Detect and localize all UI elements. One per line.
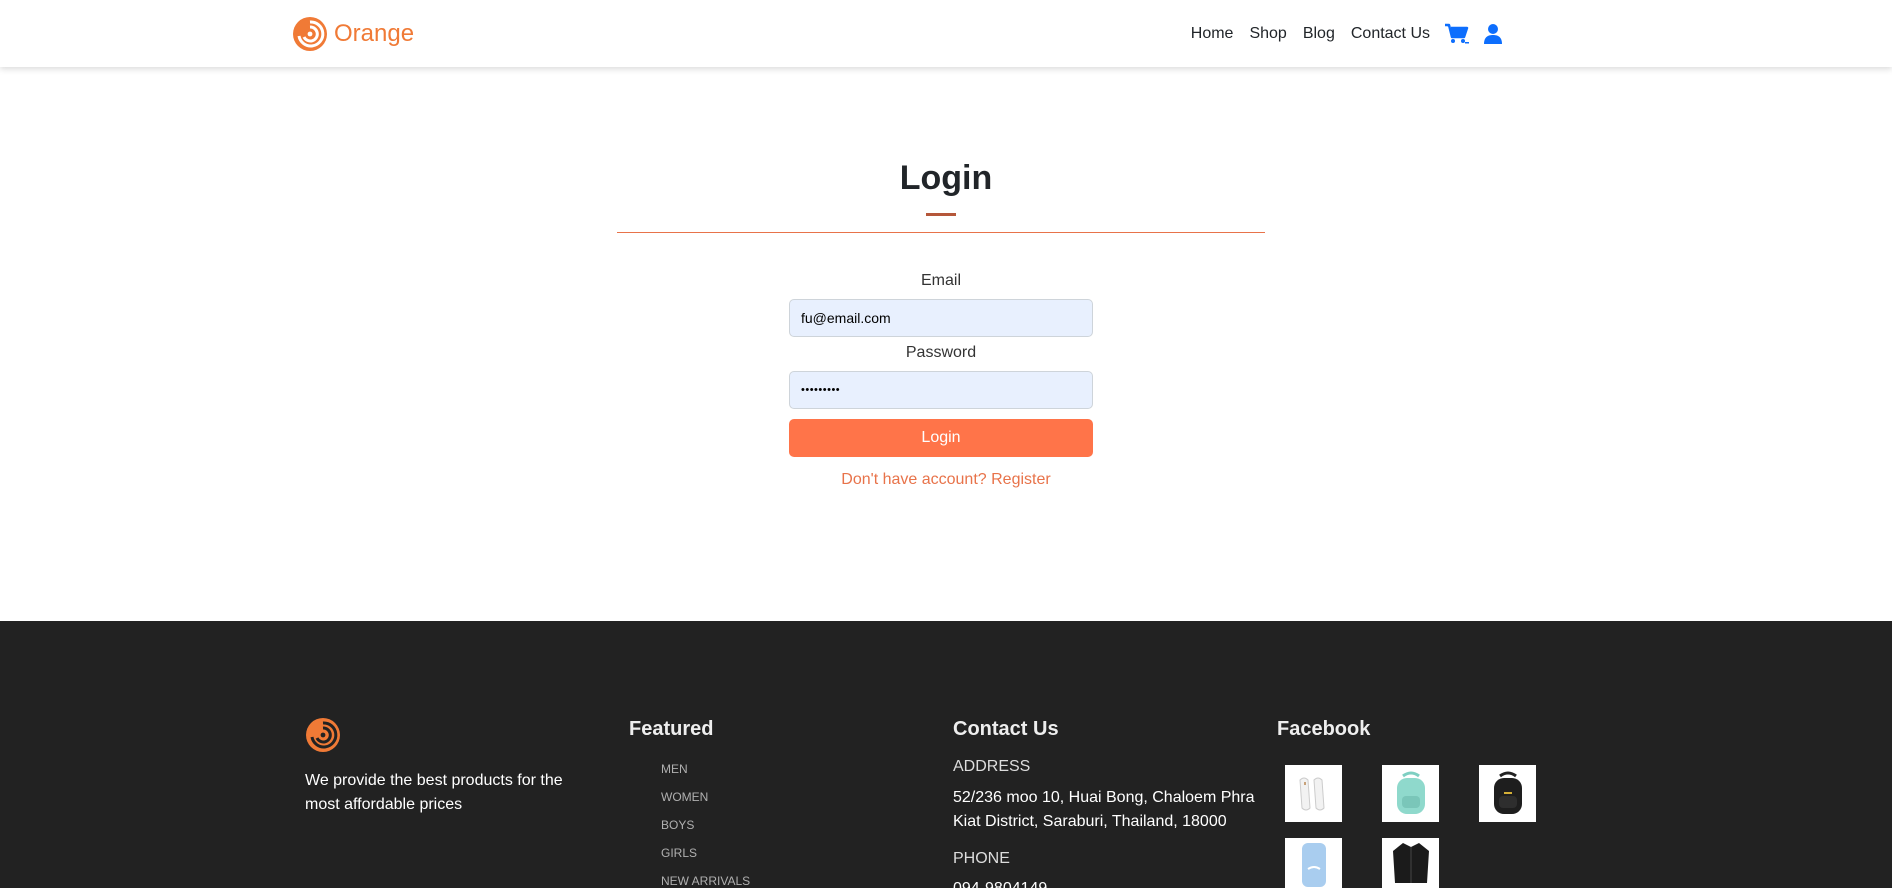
phone-text: 094-9804149 — [953, 877, 1263, 888]
brand-logo-link[interactable]: Orange — [292, 15, 414, 53]
black-jacket-thumbnail[interactable] — [1382, 838, 1439, 888]
site-footer: We provide the best products for the mos… — [0, 621, 1892, 888]
title-underline-accent — [926, 213, 956, 216]
backpack-image — [1493, 771, 1522, 814]
main-nav: Home Shop Blog Contact Us — [1191, 0, 1502, 67]
orange-swirl-logo-icon — [293, 17, 327, 51]
cart-button[interactable] — [1444, 22, 1470, 46]
featured-item-women[interactable]: WOMEN — [661, 789, 750, 817]
nav-shop[interactable]: Shop — [1249, 25, 1286, 43]
user-account-button[interactable] — [1484, 23, 1502, 45]
featured-item-boys[interactable]: BOYS — [661, 817, 750, 845]
register-link[interactable]: Don't have account? Register — [0, 471, 1892, 489]
featured-item-new-arrivals[interactable]: NEW ARRIVALS — [661, 873, 750, 888]
featured-item-girls[interactable]: GIRLS — [661, 845, 750, 873]
login-button[interactable]: Login — [789, 419, 1093, 457]
featured-item-men[interactable]: MEN — [661, 761, 750, 789]
white-sneakers-thumbnail[interactable] — [1285, 765, 1342, 822]
backpack-image — [1396, 771, 1425, 814]
page-title: Login — [899, 159, 993, 197]
backpack-image — [1301, 843, 1326, 887]
nav-contact-us[interactable]: Contact Us — [1351, 25, 1430, 43]
black-backpack-thumbnail[interactable] — [1479, 765, 1536, 822]
featured-list: MEN WOMEN BOYS GIRLS NEW ARRIVALS — [661, 761, 750, 888]
jacket-image — [1392, 843, 1429, 883]
email-field[interactable] — [789, 299, 1093, 337]
footer-tagline: We provide the best products for the mos… — [305, 772, 563, 813]
password-field[interactable] — [789, 371, 1093, 409]
top-navbar: Orange Home Shop Blog Contact Us — [0, 0, 1892, 67]
title-divider — [617, 232, 1265, 233]
nav-home[interactable]: Home — [1191, 25, 1234, 43]
phone-label: PHONE — [953, 850, 1010, 867]
orange-swirl-logo-icon — [306, 718, 340, 752]
footer-logo — [305, 717, 341, 757]
contact-heading: Contact Us — [953, 718, 1059, 740]
brand-name: Orange — [334, 20, 415, 47]
blue-backpack-thumbnail[interactable] — [1285, 838, 1342, 888]
cart-icon — [1445, 23, 1469, 43]
password-label: Password — [905, 344, 977, 361]
user-icon — [1484, 23, 1502, 44]
address-label: ADDRESS — [953, 758, 1031, 775]
sneaker-image — [1298, 777, 1325, 810]
mint-backpack-thumbnail[interactable] — [1382, 765, 1439, 822]
featured-heading: Featured — [629, 718, 714, 740]
nav-blog[interactable]: Blog — [1303, 25, 1335, 43]
login-section: Login Email Password Login Don't have ac… — [0, 67, 1892, 621]
facebook-heading: Facebook — [1277, 718, 1371, 740]
email-label: Email — [920, 272, 961, 289]
address-text: 52/236 moo 10, Huai Bong, Chaloem Phra K… — [953, 789, 1255, 830]
